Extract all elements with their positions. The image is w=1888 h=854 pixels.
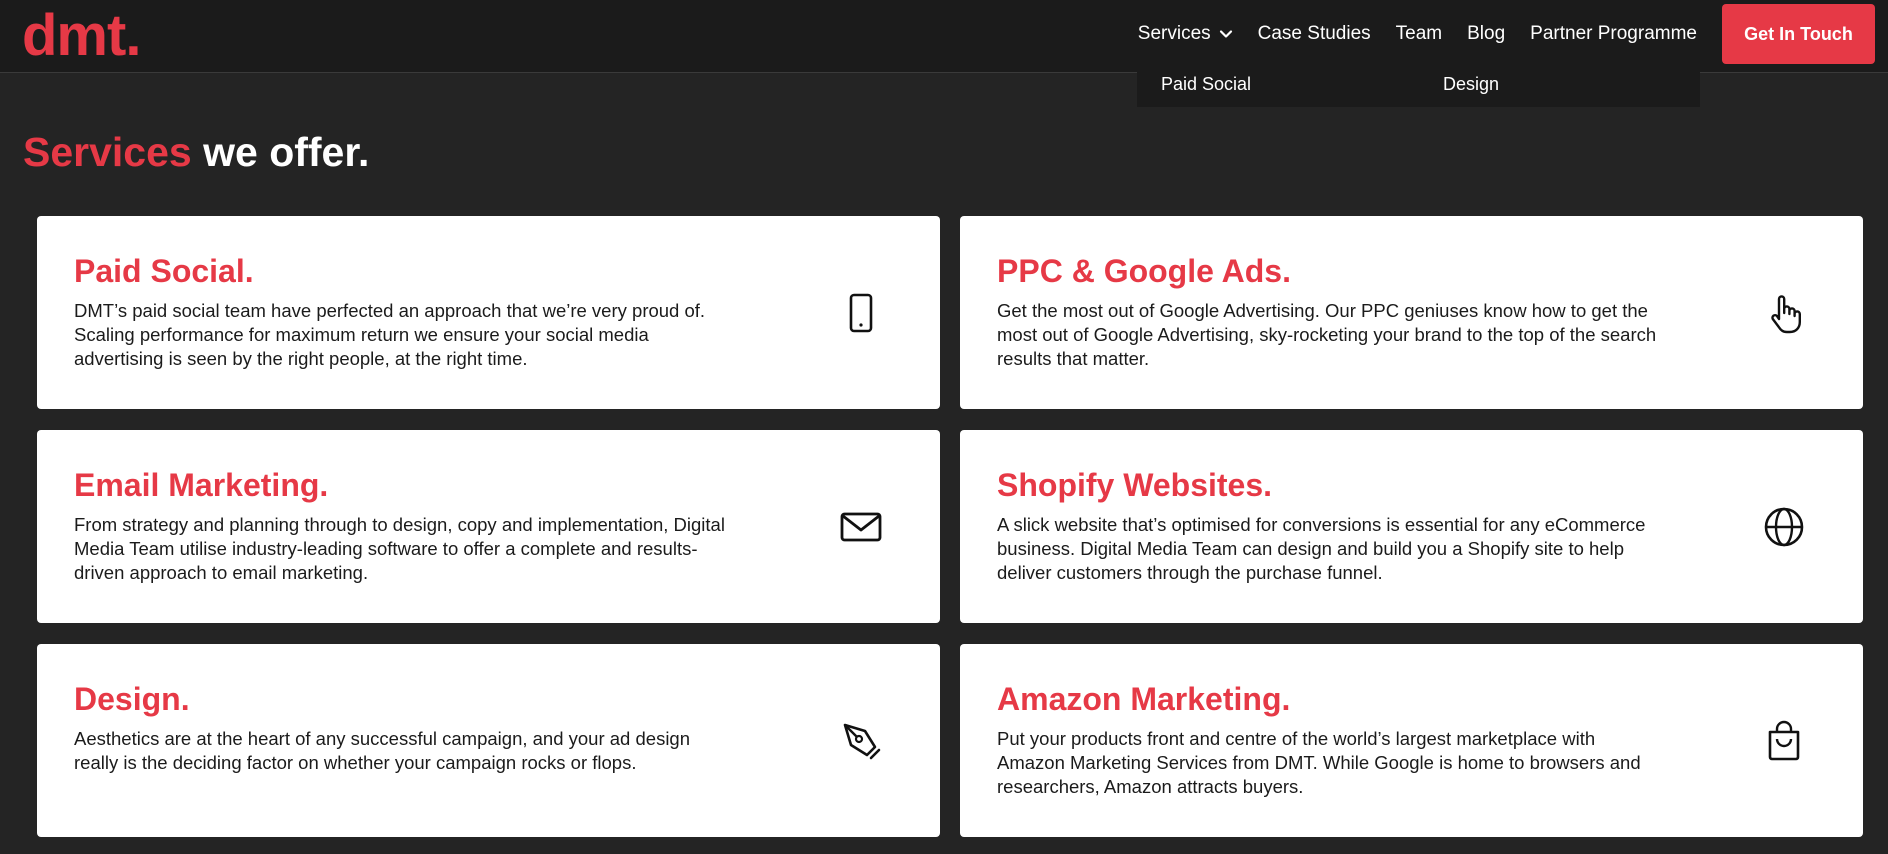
card-description: Put your products front and centre of th… <box>997 728 1641 797</box>
nav-item-partner-programme[interactable]: Partner Programme <box>1530 23 1697 45</box>
card-title: Shopify Websites. <box>997 467 1273 503</box>
pointer-hand-icon <box>1760 289 1808 337</box>
dropdown-item-design[interactable]: Design <box>1443 74 1499 95</box>
service-card-paid-social[interactable]: Paid Social. DMT’s paid social team have… <box>37 216 940 409</box>
section-title: Services we offer. <box>23 124 369 180</box>
dropdown-item-paid-social[interactable]: Paid Social <box>1161 74 1251 95</box>
nav-item-services[interactable]: Services <box>1138 23 1233 45</box>
dmt-logo[interactable]: dmt. <box>22 4 141 68</box>
card-title: Email Marketing. <box>74 467 329 503</box>
pen-nib-icon <box>837 717 885 765</box>
get-in-touch-button[interactable]: Get In Touch <box>1722 4 1875 64</box>
service-card-design[interactable]: Design. Aesthetics are at the heart of a… <box>37 644 940 837</box>
card-title: Amazon Marketing. <box>997 681 1291 717</box>
shopping-bag-icon <box>1760 717 1808 765</box>
card-title: Paid Social. <box>74 253 254 289</box>
nav-item-team[interactable]: Team <box>1396 23 1442 45</box>
envelope-icon <box>837 503 885 551</box>
card-description: DMT’s paid social team have perfected an… <box>74 300 706 369</box>
section-title-accent: Services <box>23 129 192 175</box>
card-description: A slick website that’s optimised for con… <box>997 514 1646 583</box>
globe-icon <box>1760 503 1808 551</box>
card-description: From strategy and planning through to de… <box>74 514 725 583</box>
card-description: Aesthetics are at the heart of any succe… <box>74 728 691 773</box>
card-title: PPC & Google Ads. <box>997 253 1291 289</box>
service-card-email-marketing[interactable]: Email Marketing. From strategy and plann… <box>37 430 940 623</box>
service-card-shopify-websites[interactable]: Shopify Websites. A slick website that’s… <box>960 430 1863 623</box>
nav-item-blog[interactable]: Blog <box>1467 23 1505 45</box>
service-card-ppc[interactable]: PPC & Google Ads. Get the most out of Go… <box>960 216 1863 409</box>
card-description: Get the most out of Google Advertising. … <box>997 300 1657 369</box>
service-card-amazon-marketing[interactable]: Amazon Marketing. Put your products fron… <box>960 644 1863 837</box>
nav-item-label: Services <box>1137 23 1211 44</box>
smartphone-icon <box>837 289 885 337</box>
services-dropdown: Paid Social Design <box>1137 61 1700 107</box>
card-title: Design. <box>74 681 190 717</box>
nav-item-case-studies[interactable]: Case Studies <box>1258 23 1371 45</box>
section-title-rest: we offer. <box>191 129 370 175</box>
chevron-down-icon <box>1219 30 1232 38</box>
main-nav: Services Case Studies Team Blog Partner … <box>1138 0 1888 68</box>
